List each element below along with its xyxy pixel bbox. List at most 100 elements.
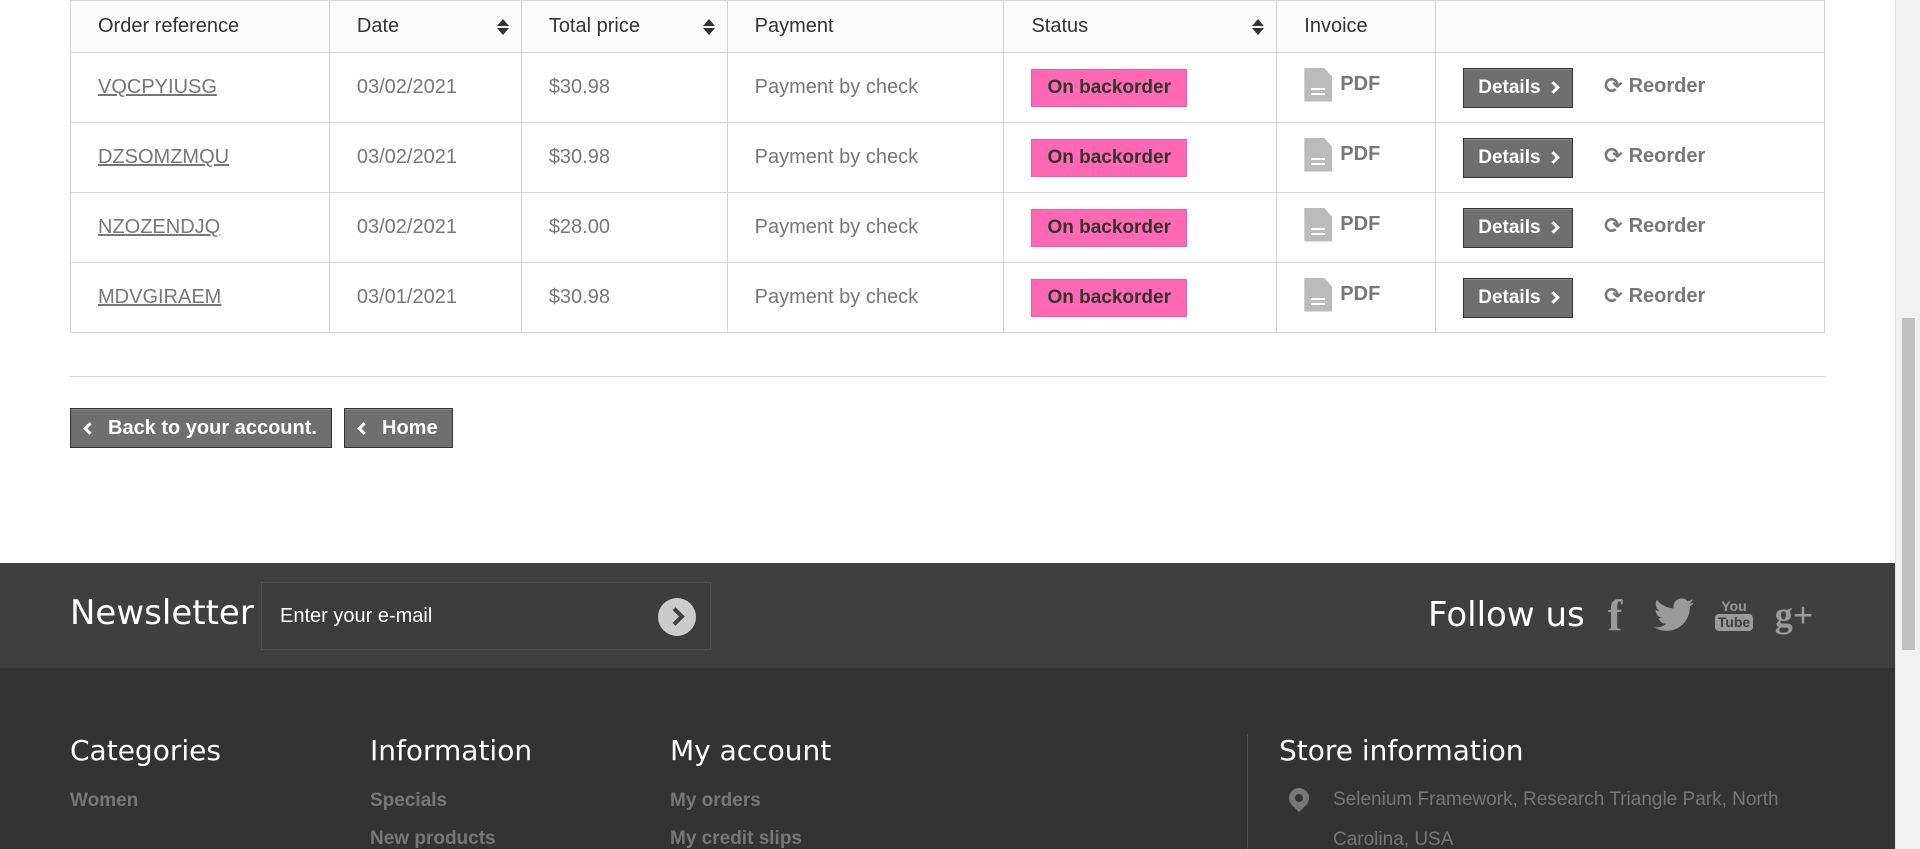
invoice-pdf-link[interactable]: PDF xyxy=(1304,67,1381,102)
invoice-pdf-link[interactable]: PDF xyxy=(1304,277,1380,312)
order-reference-link[interactable]: NZOZENDJQ xyxy=(98,216,220,238)
newsletter-bar: Newsletter Follow us f You Tube g+ xyxy=(0,563,1895,668)
sort-icon[interactable] xyxy=(496,17,509,37)
order-reference-cell: VQCPYIUSG xyxy=(70,52,330,123)
column-header-order-reference: Order reference xyxy=(70,0,330,53)
pdf-file-icon xyxy=(1304,137,1333,172)
back-to-account-button[interactable]: Back to your account. xyxy=(70,408,332,448)
vertical-scrollbar[interactable] xyxy=(1895,0,1920,849)
order-invoice-cell: PDF xyxy=(1276,122,1437,193)
order-payment-cell: Payment by check xyxy=(726,262,1005,333)
reorder-label: Reorder xyxy=(1628,284,1706,307)
order-reference-cell: NZOZENDJQ xyxy=(70,192,330,263)
table-row: DZSOMZMQU 03/02/2021 $30.98 Payment by c… xyxy=(70,122,1825,193)
invoice-pdf-label: PDF xyxy=(1340,73,1381,95)
order-total-cell: $28.00 xyxy=(520,192,728,263)
site-footer: Categories Women Information Specials Ne… xyxy=(0,668,1895,849)
status-badge: On backorder xyxy=(1031,278,1187,317)
order-payment-cell: Payment by check xyxy=(726,192,1005,263)
order-reference-cell: DZSOMZMQU xyxy=(70,122,330,193)
reorder-link[interactable]: ⟳ Reorder xyxy=(1604,74,1705,99)
google-plus-icon[interactable]: g+ xyxy=(1772,593,1816,637)
chevron-right-icon xyxy=(1546,151,1560,164)
status-badge: On backorder xyxy=(1031,208,1187,247)
footer-my-account-title: My account xyxy=(670,734,832,767)
order-date-cell: 03/02/2021 xyxy=(328,52,522,123)
order-reference-link[interactable]: DZSOMZMQU xyxy=(98,146,229,168)
details-button-label: Details xyxy=(1478,216,1541,238)
reorder-link[interactable]: ⟳ Reorder xyxy=(1604,214,1705,239)
invoice-pdf-label: PDF xyxy=(1340,213,1381,235)
footer-link-women[interactable]: Women xyxy=(70,790,138,812)
refresh-icon: ⟳ xyxy=(1604,283,1623,309)
order-invoice-cell: PDF xyxy=(1276,262,1437,333)
newsletter-submit-arrow-icon[interactable] xyxy=(658,598,696,636)
refresh-icon: ⟳ xyxy=(1604,73,1623,99)
invoice-pdf-link[interactable]: PDF xyxy=(1304,137,1381,172)
details-button[interactable]: Details xyxy=(1463,207,1573,248)
order-actions-cell: Details ⟳ Reorder xyxy=(1435,122,1825,193)
scrollbar-thumb[interactable] xyxy=(1902,318,1915,650)
column-header-actions xyxy=(1435,0,1825,53)
order-status-cell: On backorder xyxy=(1003,192,1278,263)
order-reference-link[interactable]: MDVGIRAEM xyxy=(98,286,221,308)
order-actions-cell: Details ⟳ Reorder xyxy=(1435,192,1825,263)
column-header-total-price[interactable]: Total price xyxy=(520,0,728,53)
section-divider xyxy=(70,376,1825,377)
back-to-account-label: Back to your account. xyxy=(108,416,317,439)
details-button-label: Details xyxy=(1478,286,1541,308)
column-header-status[interactable]: Status xyxy=(1003,0,1278,53)
newsletter-title: Newsletter xyxy=(70,593,254,633)
order-invoice-cell: PDF xyxy=(1276,192,1437,263)
reorder-link[interactable]: ⟳ Reorder xyxy=(1604,284,1705,309)
reorder-link[interactable]: ⟳ Reorder xyxy=(1604,144,1705,169)
refresh-icon: ⟳ xyxy=(1604,213,1623,239)
order-status-cell: On backorder xyxy=(1003,262,1278,333)
pdf-file-icon xyxy=(1304,207,1333,242)
footer-link-new-products[interactable]: New products xyxy=(370,828,496,849)
column-header-date[interactable]: Date xyxy=(328,0,522,53)
details-button[interactable]: Details xyxy=(1463,277,1573,318)
store-address: Selenium Framework, Research Triangle Pa… xyxy=(1333,789,1779,849)
details-button[interactable]: Details xyxy=(1463,137,1573,178)
youtube-icon-bottom: Tube xyxy=(1714,614,1754,631)
youtube-icon[interactable]: You Tube xyxy=(1714,593,1754,637)
sort-icon[interactable] xyxy=(702,17,715,37)
invoice-pdf-label: PDF xyxy=(1340,143,1381,165)
twitter-icon[interactable] xyxy=(1652,593,1696,637)
home-label: Home xyxy=(382,416,438,439)
footer-divider xyxy=(1247,734,1248,849)
map-pin-icon xyxy=(1288,788,1310,818)
footer-link-my-orders[interactable]: My orders xyxy=(670,790,761,812)
footer-store-information-title: Store information xyxy=(1279,734,1524,767)
newsletter-form xyxy=(261,582,711,650)
follow-us-title: Follow us xyxy=(1428,595,1585,635)
order-actions-cell: Details ⟳ Reorder xyxy=(1435,262,1825,333)
status-badge: On backorder xyxy=(1031,68,1187,107)
reorder-label: Reorder xyxy=(1628,74,1706,97)
invoice-pdf-link[interactable]: PDF xyxy=(1304,207,1381,242)
pdf-file-icon xyxy=(1304,67,1333,102)
reorder-label: Reorder xyxy=(1628,214,1706,237)
footer-link-my-credit-slips[interactable]: My credit slips xyxy=(670,828,802,849)
refresh-icon: ⟳ xyxy=(1604,143,1623,169)
details-button[interactable]: Details xyxy=(1463,67,1573,108)
footer-link-specials[interactable]: Specials xyxy=(370,790,447,812)
status-badge: On backorder xyxy=(1031,138,1187,177)
order-date-cell: 03/02/2021 xyxy=(328,192,522,263)
order-reference-link[interactable]: VQCPYIUSG xyxy=(98,76,217,98)
reorder-label: Reorder xyxy=(1628,144,1706,167)
order-history-table: Order reference Date Total price Payment… xyxy=(70,0,1825,333)
order-payment-cell: Payment by check xyxy=(726,52,1005,123)
order-payment-cell: Payment by check xyxy=(726,122,1005,193)
order-date-cell: 03/02/2021 xyxy=(328,122,522,193)
home-button[interactable]: Home xyxy=(344,408,453,448)
order-invoice-cell: PDF xyxy=(1276,52,1437,123)
chevron-right-icon xyxy=(1546,221,1560,234)
details-button-label: Details xyxy=(1478,76,1541,98)
footer-categories-title: Categories xyxy=(70,734,221,767)
newsletter-email-input[interactable] xyxy=(280,583,640,649)
table-row: MDVGIRAEM 03/01/2021 $30.98 Payment by c… xyxy=(70,262,1825,333)
facebook-icon[interactable]: f xyxy=(1600,591,1630,640)
sort-icon[interactable] xyxy=(1252,17,1265,37)
